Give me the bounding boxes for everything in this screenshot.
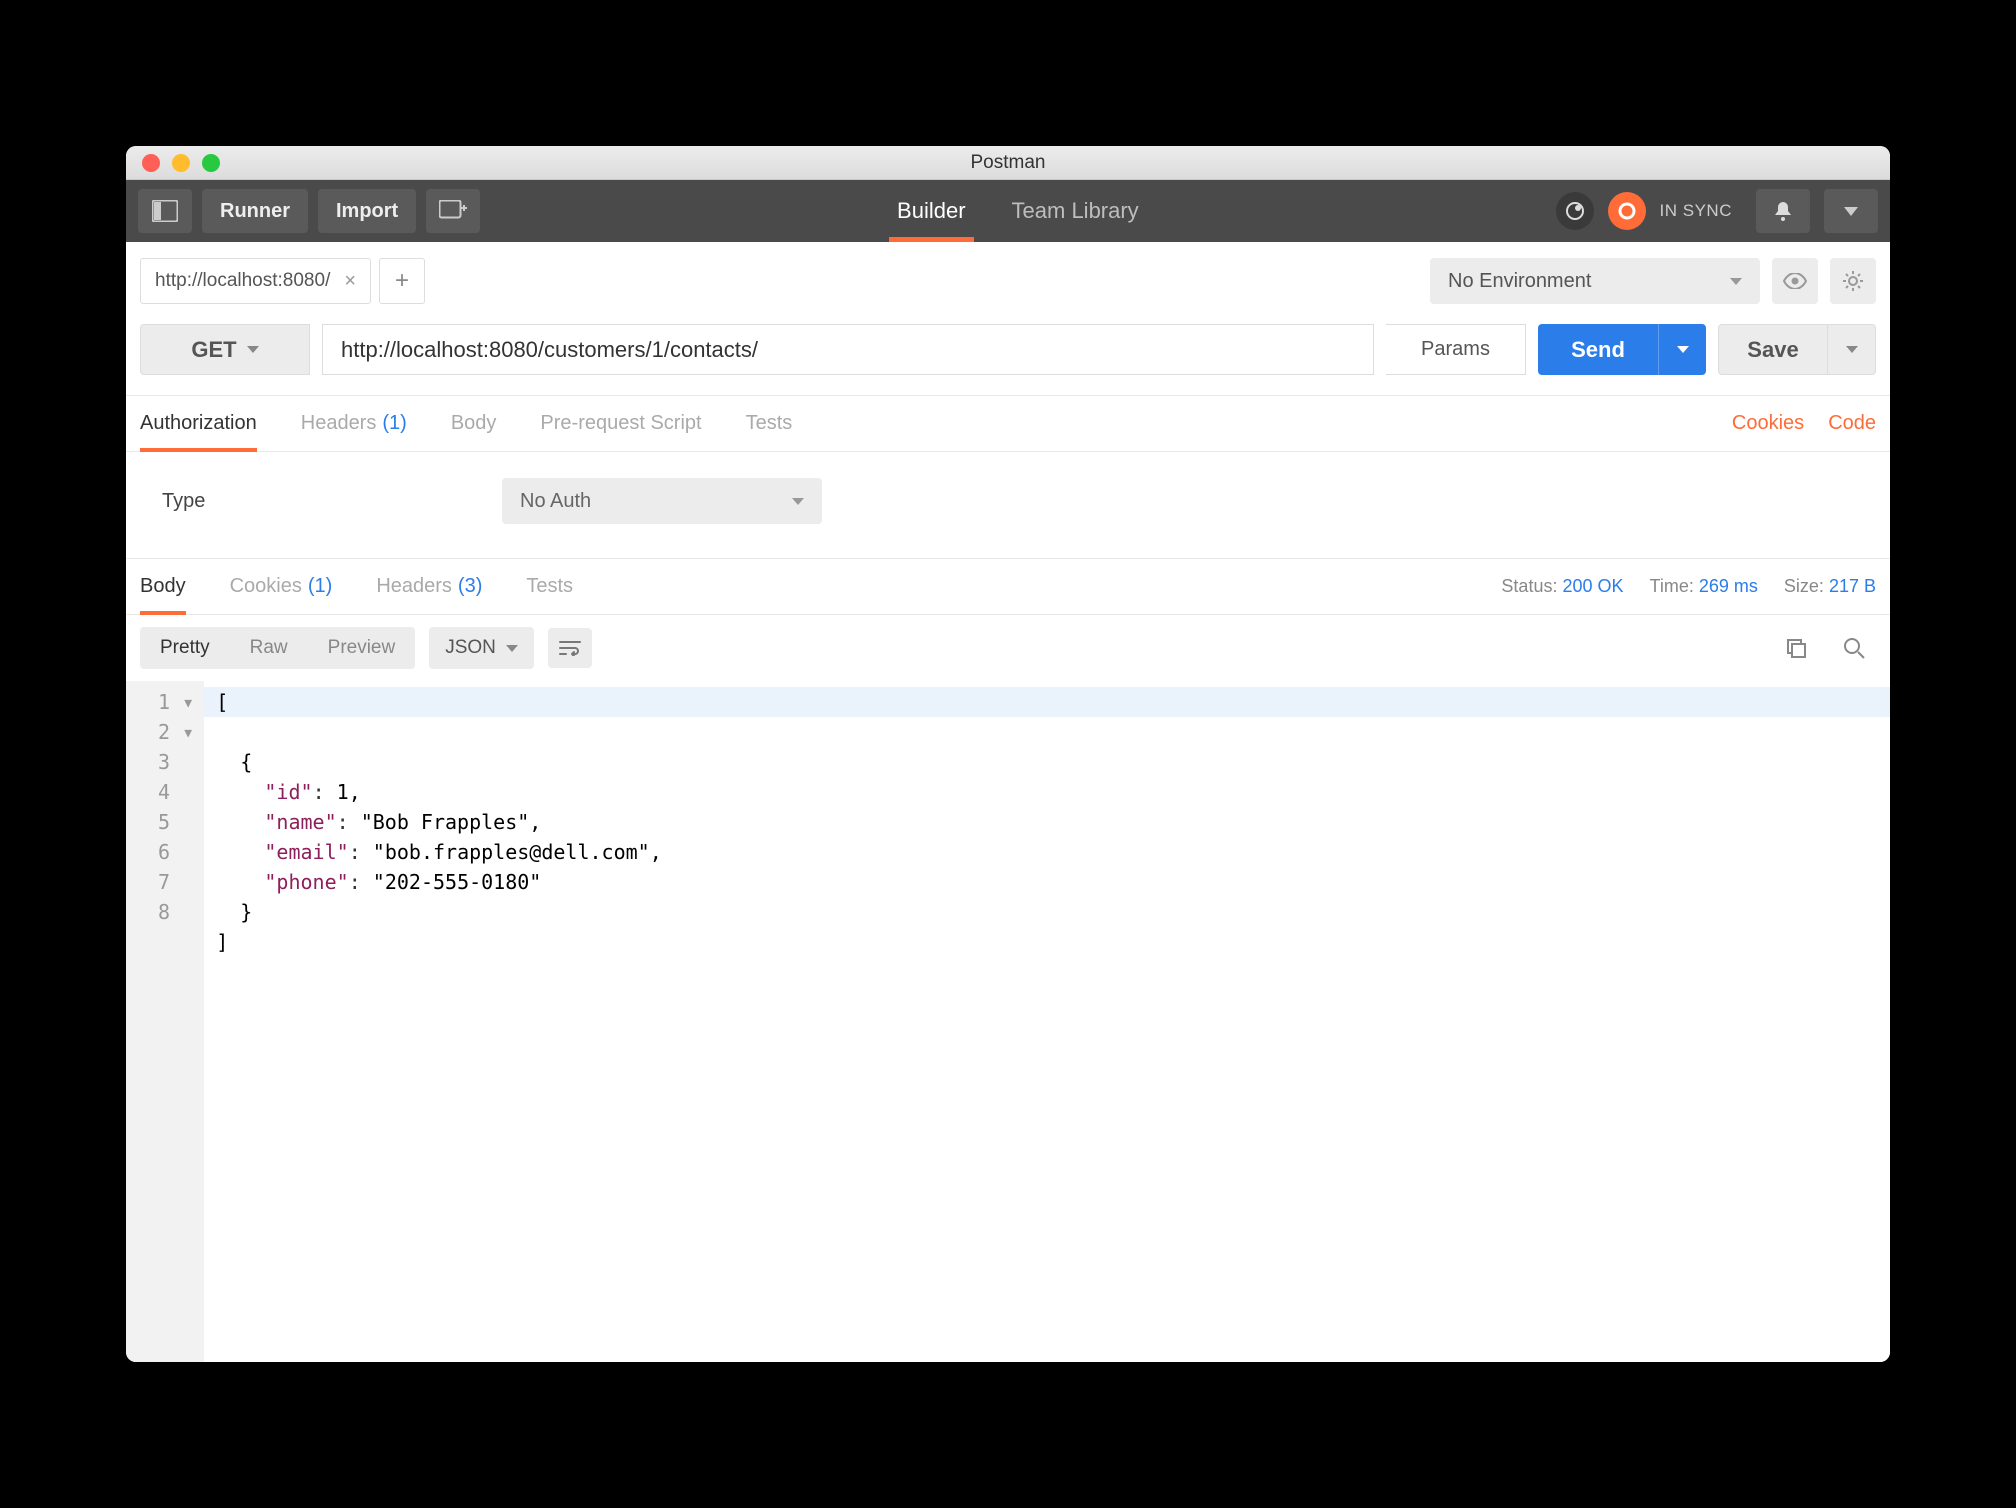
save-button-group: Save [1718, 324, 1876, 375]
response-body-editor[interactable]: 1 ▾ 2 ▾ 3 4 5 6 7 8 [ { "id": 1, "name":… [126, 681, 1890, 1362]
tab-response-cookies[interactable]: Cookies (1) [230, 559, 333, 614]
response-format-label: JSON [445, 637, 496, 659]
tab-headers-count: (1) [382, 412, 406, 435]
response-view-toolbar: Pretty Raw Preview JSON [126, 615, 1890, 681]
import-button[interactable]: Import [318, 189, 416, 233]
chevron-down-icon [1846, 346, 1858, 353]
window-title: Postman [126, 152, 1890, 174]
environment-selected-label: No Environment [1448, 270, 1591, 293]
tab-headers-label: Headers [301, 412, 377, 435]
new-window-button[interactable] [426, 189, 480, 233]
chevron-down-icon [1730, 278, 1742, 285]
runner-button[interactable]: Runner [202, 189, 308, 233]
titlebar: Postman [126, 146, 1890, 180]
tab-authorization[interactable]: Authorization [140, 396, 257, 451]
tab-team-library[interactable]: Team Library [1012, 180, 1139, 242]
minimize-window-button[interactable] [172, 154, 190, 172]
copy-response-button[interactable] [1774, 628, 1818, 668]
request-url-input[interactable]: http://localhost:8080/customers/1/contac… [322, 324, 1374, 375]
request-section-tabs: Authorization Headers (1) Body Pre-reque… [126, 396, 1890, 452]
response-section-tabs: Body Cookies (1) Headers (3) Tests Statu… [126, 559, 1890, 615]
params-button[interactable]: Params [1386, 324, 1526, 375]
send-button[interactable]: Send [1538, 324, 1658, 375]
view-pretty[interactable]: Pretty [140, 627, 230, 669]
request-tabs: http://localhost:8080/ × + [140, 258, 425, 304]
close-window-button[interactable] [142, 154, 160, 172]
chevron-down-icon [247, 346, 259, 353]
authorization-panel: Type No Auth [126, 452, 1890, 559]
environment-select[interactable]: No Environment [1430, 258, 1760, 304]
size-value: 217 B [1829, 576, 1876, 596]
interceptor-icon[interactable] [1556, 192, 1594, 230]
workspace-tabs: Builder Team Library [490, 180, 1545, 242]
close-tab-icon[interactable]: × [344, 270, 356, 293]
app-window: Postman Runner Import Builder Team Libra… [126, 146, 1890, 1362]
tab-headers[interactable]: Headers (1) [301, 396, 407, 451]
search-response-button[interactable] [1832, 628, 1876, 668]
chevron-down-icon [506, 645, 518, 652]
zoom-window-button[interactable] [202, 154, 220, 172]
tab-response-cookies-count: (1) [308, 575, 332, 598]
sync-status-label: IN SYNC [1660, 201, 1732, 221]
url-bar-row: GET http://localhost:8080/customers/1/co… [126, 314, 1890, 396]
request-tabstrip-row: http://localhost:8080/ × + No Environmen… [126, 242, 1890, 314]
response-view-mode: Pretty Raw Preview [140, 627, 415, 669]
tab-response-cookies-label: Cookies [230, 575, 302, 598]
sidebar-toggle-button[interactable] [138, 189, 192, 233]
view-raw[interactable]: Raw [230, 627, 308, 669]
settings-dropdown-button[interactable] [1824, 189, 1878, 233]
wrap-lines-button[interactable] [548, 628, 592, 668]
view-preview[interactable]: Preview [308, 627, 416, 669]
chevron-down-icon [792, 498, 804, 505]
response-format-select[interactable]: JSON [429, 627, 534, 669]
time-value: 269 ms [1699, 576, 1758, 596]
response-body-code: [ { "id": 1, "name": "Bob Frapples", "em… [204, 681, 1890, 1362]
auth-type-select[interactable]: No Auth [502, 478, 822, 524]
tab-tests[interactable]: Tests [746, 396, 793, 451]
chevron-down-icon [1677, 346, 1689, 353]
tab-response-headers-count: (3) [458, 575, 482, 598]
tab-response-headers[interactable]: Headers (3) [376, 559, 482, 614]
line-gutter: 1 ▾ 2 ▾ 3 4 5 6 7 8 [126, 681, 204, 1362]
tab-prerequest[interactable]: Pre-request Script [540, 396, 701, 451]
toolbar-right: IN SYNC [1556, 189, 1878, 233]
sync-icon[interactable] [1608, 192, 1646, 230]
send-dropdown-button[interactable] [1658, 324, 1706, 375]
notifications-button[interactable] [1756, 189, 1810, 233]
status-value: 200 OK [1562, 576, 1623, 596]
status-label: Status: [1501, 576, 1557, 596]
environment-quicklook-button[interactable] [1772, 258, 1818, 304]
auth-type-selected: No Auth [520, 490, 591, 513]
request-tab-0[interactable]: http://localhost:8080/ × [140, 258, 371, 304]
request-tab-label: http://localhost:8080/ [155, 270, 330, 292]
cookies-link[interactable]: Cookies [1732, 412, 1804, 435]
tab-builder[interactable]: Builder [897, 180, 965, 242]
code-link[interactable]: Code [1828, 412, 1876, 435]
time-label: Time: [1650, 576, 1694, 596]
size-label: Size: [1784, 576, 1824, 596]
add-tab-button[interactable]: + [379, 258, 425, 304]
response-meta: Status: 200 OK Time: 269 ms Size: 217 B [1501, 576, 1876, 597]
tab-response-body[interactable]: Body [140, 559, 186, 614]
tab-body[interactable]: Body [451, 396, 497, 451]
auth-type-label: Type [162, 490, 502, 513]
main-toolbar: Runner Import Builder Team Library IN SY… [126, 180, 1890, 242]
http-method-label: GET [191, 337, 236, 363]
send-button-group: Send [1538, 324, 1706, 375]
http-method-select[interactable]: GET [140, 324, 310, 375]
tab-response-headers-label: Headers [376, 575, 452, 598]
environment-settings-button[interactable] [1830, 258, 1876, 304]
traffic-lights [126, 154, 220, 172]
save-dropdown-button[interactable] [1828, 324, 1876, 375]
tab-response-tests[interactable]: Tests [526, 559, 573, 614]
save-button[interactable]: Save [1718, 324, 1828, 375]
